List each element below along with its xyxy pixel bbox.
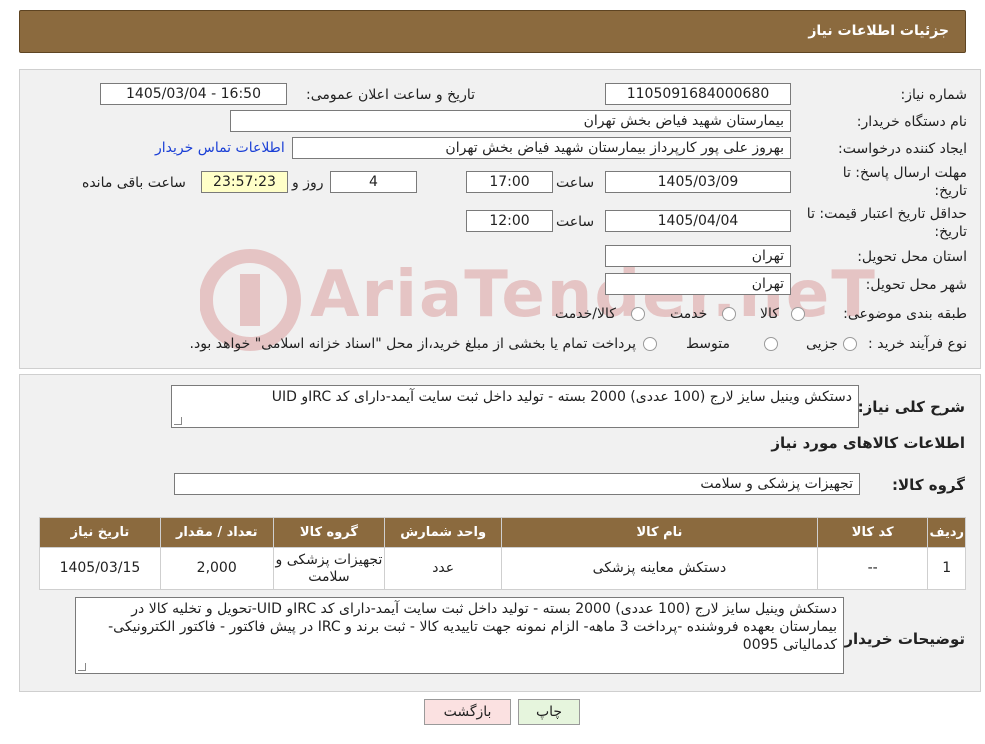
requester-label: ایجاد کننده درخواست: [838,141,967,157]
price-validity-label-date: تاریخ: [934,224,967,240]
requester-field: بهروز علی پور کارپرداز بیمارستان شهید فی… [292,137,791,159]
buyer-org-field: بیمارستان شهید فیاض بخش تهران [230,110,791,132]
table-header-row: ردیف کد کالا نام کالا واحد شمارش گروه کا… [39,517,966,548]
category-option-service: خدمت [670,306,708,322]
deadline-date-field: 1405/03/09 [605,171,791,193]
goods-info-title: اطلاعات کالاهای مورد نیاز [771,434,965,452]
description-field: دستکش وینیل سایز لارج (100 عددی) 2000 بس… [171,385,859,428]
deadline-label-date: تاریخ: [934,183,967,199]
category-radio-service[interactable] [722,307,736,321]
province-field: تهران [605,245,791,267]
goods-group-field: تجهیزات پزشکی و سلامت [174,473,860,495]
goods-table: ردیف کد کالا نام کالا واحد شمارش گروه کا… [39,517,966,590]
cell-need-date: 1405/03/15 [39,547,161,590]
category-label: طبقه بندی موضوعی: [843,306,967,322]
category-radio-goods[interactable] [791,307,805,321]
city-label: شهر محل تحویل: [865,277,967,293]
buyer-contact-link[interactable]: اطلاعات تماس خریدار [155,140,285,156]
buyer-notes-label: توضیحات خریدار: [838,630,965,648]
category-radio-goods-service[interactable] [631,307,645,321]
table-row: 1 -- دستکش معاینه پزشکی عدد تجهیزات پزشک… [39,547,966,590]
cell-unit: عدد [384,547,503,590]
back-button[interactable]: بازگشت [424,699,511,725]
announce-datetime-field: 1405/03/04 - 16:50 [100,83,287,105]
header-goods-group: گروه کالا [272,517,386,548]
treasury-note: پرداخت تمام یا بخشی از مبلغ خرید،از محل … [189,336,636,352]
announce-datetime-label: تاریخ و ساعت اعلان عمومی: [306,87,475,103]
need-number-field: 1105091684000680 [605,83,791,105]
deadline-time-label: ساعت [556,175,595,191]
treasury-checkbox[interactable] [643,337,657,351]
description-label: شرح کلی نیاز: [857,398,965,416]
page-header: جزئیات اطلاعات نیاز [19,10,966,53]
purchase-type-radio-minor[interactable] [843,337,857,351]
cell-row-num: 1 [927,547,966,590]
purchase-type-label: نوع فرآیند خرید : [868,336,967,352]
header-goods-code: کد کالا [816,517,929,548]
buyer-org-label: نام دستگاه خریدار: [856,114,967,130]
cell-goods-group: تجهیزات پزشکی و سلامت [272,547,386,590]
deadline-time-field: 17:00 [466,171,553,193]
cell-quantity: 2,000 [159,547,274,590]
province-label: استان محل تحویل: [857,249,967,265]
cell-goods-name: دستکش معاینه پزشکی [501,547,818,590]
print-button[interactable]: چاپ [518,699,580,725]
header-quantity: تعداد / مقدار [159,517,274,548]
deadline-label: مهلت ارسال پاسخ: تا [842,165,967,181]
header-unit: واحد شمارش [384,517,503,548]
category-option-goods: کالا [760,306,779,322]
price-validity-time-field: 12:00 [466,210,553,232]
header-need-date: تاریخ نیاز [39,517,161,548]
buyer-notes-field: دستکش وینیل سایز لارج (100 عددی) 2000 بس… [75,597,844,674]
header-row-num: ردیف [927,517,966,548]
price-validity-label: حداقل تاریخ اعتبار قیمت: تا [806,206,967,222]
resize-grip-icon[interactable] [174,417,182,425]
price-validity-date-field: 1405/04/04 [605,210,791,232]
need-number-label: شماره نیاز: [900,87,968,103]
goods-group-label: گروه کالا: [892,476,965,494]
description-text: دستکش وینیل سایز لارج (100 عددی) 2000 بس… [271,389,852,405]
deadline-days-field: 4 [330,171,417,193]
remaining-time-field: 23:57:23 [201,171,288,193]
deadline-days-label: روز و [292,175,324,191]
city-field: تهران [605,273,791,295]
purchase-type-option-minor: جزیی [806,336,838,352]
category-option-goods-service: کالا/خدمت [555,306,616,322]
cell-goods-code: -- [816,547,929,590]
buyer-notes-text: دستکش وینیل سایز لارج (100 عددی) 2000 بس… [108,601,837,653]
remaining-time-label: ساعت باقی مانده [82,175,186,191]
purchase-type-radio-medium[interactable] [764,337,778,351]
resize-grip-icon[interactable] [78,663,86,671]
header-goods-name: نام کالا [501,517,818,548]
page-title: جزئیات اطلاعات نیاز [808,23,949,39]
price-validity-time-label: ساعت [556,214,595,230]
purchase-type-option-medium: متوسط [686,336,730,352]
